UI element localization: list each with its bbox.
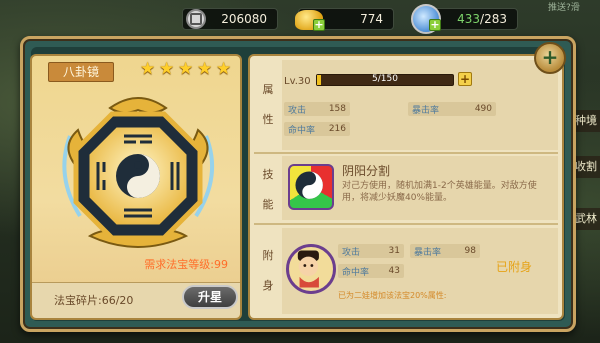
star-icon: ★ [197, 59, 213, 79]
yinyang-skill-icon[interactable] [288, 164, 334, 210]
attach-stat-attack: 攻击 31 [338, 244, 404, 258]
side-tab-2[interactable]: 收割 [572, 156, 600, 178]
silver-value: 206080 [221, 12, 267, 26]
star-rating: ★ ★ ★ ★ ★ [140, 59, 232, 79]
star-icon: ★ [159, 59, 175, 79]
attributes-label: 属性 [262, 83, 274, 126]
stat-attack: 攻击 158 [284, 102, 350, 116]
stamina-resource[interactable]: + 433/283 [411, 4, 518, 34]
add-stamina-icon[interactable]: + [429, 19, 441, 31]
attach-label: 附身 [262, 249, 274, 292]
stat-crit: 暴击率 490 [408, 102, 496, 116]
close-button[interactable]: + [534, 42, 566, 74]
star-icon: ★ [178, 59, 194, 79]
add-gold-icon[interactable]: + [313, 19, 325, 31]
star-icon: ★ [140, 59, 156, 79]
star-icon: ★ [216, 59, 232, 79]
attach-stat-crit: 暴击率 98 [410, 244, 480, 258]
divider [254, 152, 558, 154]
stamina-max: /283 [480, 12, 507, 26]
side-tab-3[interactable]: 武林 [572, 208, 600, 230]
requirement-text: 需求法宝等级:99 [144, 258, 228, 271]
level-text: Lv.30 [284, 76, 311, 87]
exp-bar: 5/150 [316, 74, 454, 86]
skill-name: 阴阳分割 [342, 164, 391, 178]
upgrade-star-button[interactable]: 升星 [182, 285, 238, 309]
gold-value: 774 [360, 12, 383, 26]
attached-status: 已附身 [496, 260, 533, 274]
divider [254, 223, 558, 225]
skill-description: 对己方使用，随机加满1-2个英雄能量。对敌方使用，将减少妖魔40%能量。 [342, 181, 537, 203]
silver-coin-icon [186, 9, 206, 29]
attach-note: 已为二娃增加该法宝20%属性: [338, 291, 447, 300]
treasure-name: 八卦镜 [48, 62, 114, 82]
stamina-current: 433 [457, 12, 481, 26]
attach-stat-hit: 命中率 43 [338, 264, 404, 278]
add-exp-button[interactable]: + [458, 72, 472, 86]
side-tab-1[interactable]: 种境 [572, 110, 600, 132]
top-right-text: 推送?滑 [548, 3, 580, 13]
fragment-count: 法宝碎片:66/20 [54, 294, 134, 307]
stat-hit: 命中率 216 [284, 122, 350, 136]
gold-resource[interactable]: + 774 [295, 8, 394, 31]
skill-label: 技能 [262, 168, 274, 211]
treasure-panel: 八卦镜 ★ ★ ★ ★ ★ 需求法宝等级:99 法宝碎片:66/20 升星 [30, 54, 242, 320]
bagua-mirror-icon [62, 97, 215, 248]
hero-avatar[interactable] [286, 244, 336, 294]
details-panel: 属性 Lv.30 5/150 + 攻击 158 暴击率 490 命中率 216 技能 … [248, 54, 564, 320]
silver-resource: 206080 [182, 8, 278, 30]
exp-text: 5/150 [372, 74, 398, 84]
